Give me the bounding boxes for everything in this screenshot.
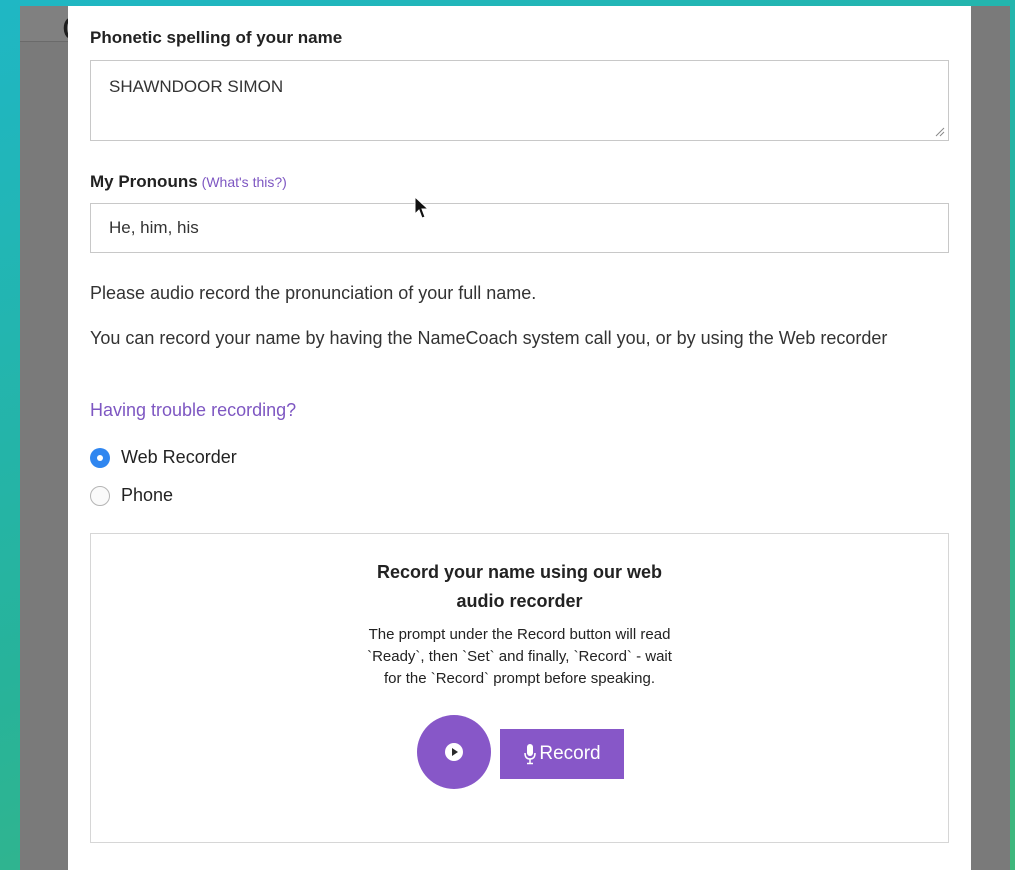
- recording-options-description: You can record your name by having the N…: [90, 328, 888, 348]
- pronouns-help-link[interactable]: (What's this?): [202, 174, 287, 190]
- recorder-instructions-line-1: The prompt under the Record button will …: [368, 626, 671, 643]
- record-button[interactable]: Record: [500, 729, 624, 779]
- recorder-title-line-2: audio recorder: [456, 591, 583, 611]
- web-recorder-radio[interactable]: [90, 447, 110, 468]
- phone-option[interactable]: Phone: [90, 485, 173, 506]
- background-page-header: C: [20, 6, 87, 48]
- record-button-label: Record: [539, 743, 601, 764]
- play-icon: [445, 743, 463, 761]
- microphone-icon: [524, 744, 537, 765]
- recorder-title-line-1: Record your name using our web: [376, 562, 663, 582]
- recorder-instructions-line-2: `Ready`, then `Set` and finally, `Record…: [367, 648, 672, 665]
- name-recording-dialog: Phonetic spelling of your name SHAWNDOOR…: [68, 6, 971, 870]
- phone-label: Phone: [121, 485, 174, 505]
- mouse-cursor-icon: [414, 196, 430, 219]
- web-recorder-option[interactable]: Web Recorder: [90, 447, 237, 468]
- pronouns-label-text: My Pronouns: [90, 172, 198, 191]
- phonetic-spelling-label-text: Phonetic spelling of your name: [90, 28, 343, 47]
- web-recorder-label: Web Recorder: [121, 447, 237, 467]
- recorder-instructions: The prompt under the Record button will …: [91, 624, 948, 690]
- trouble-recording-link[interactable]: Having trouble recording?: [90, 400, 296, 421]
- phonetic-spelling-label: Phonetic spelling of your name: [90, 28, 342, 48]
- phonetic-spelling-field[interactable]: SHAWNDOOR SIMON: [90, 60, 949, 141]
- phone-radio[interactable]: [90, 485, 110, 506]
- recorder-instructions-line-3: for the `Record` prompt before speaking.: [384, 670, 655, 687]
- record-instruction: Please audio record the pronunciation of…: [90, 283, 537, 303]
- recorder-title: Record your name using our web audio rec…: [91, 558, 948, 616]
- play-button[interactable]: [417, 715, 491, 789]
- resize-handle-icon[interactable]: [933, 125, 945, 137]
- pronouns-field[interactable]: [90, 203, 949, 253]
- web-recorder-panel: Record your name using our web audio rec…: [90, 533, 949, 843]
- pronouns-label: My Pronouns (What's this?): [90, 172, 287, 192]
